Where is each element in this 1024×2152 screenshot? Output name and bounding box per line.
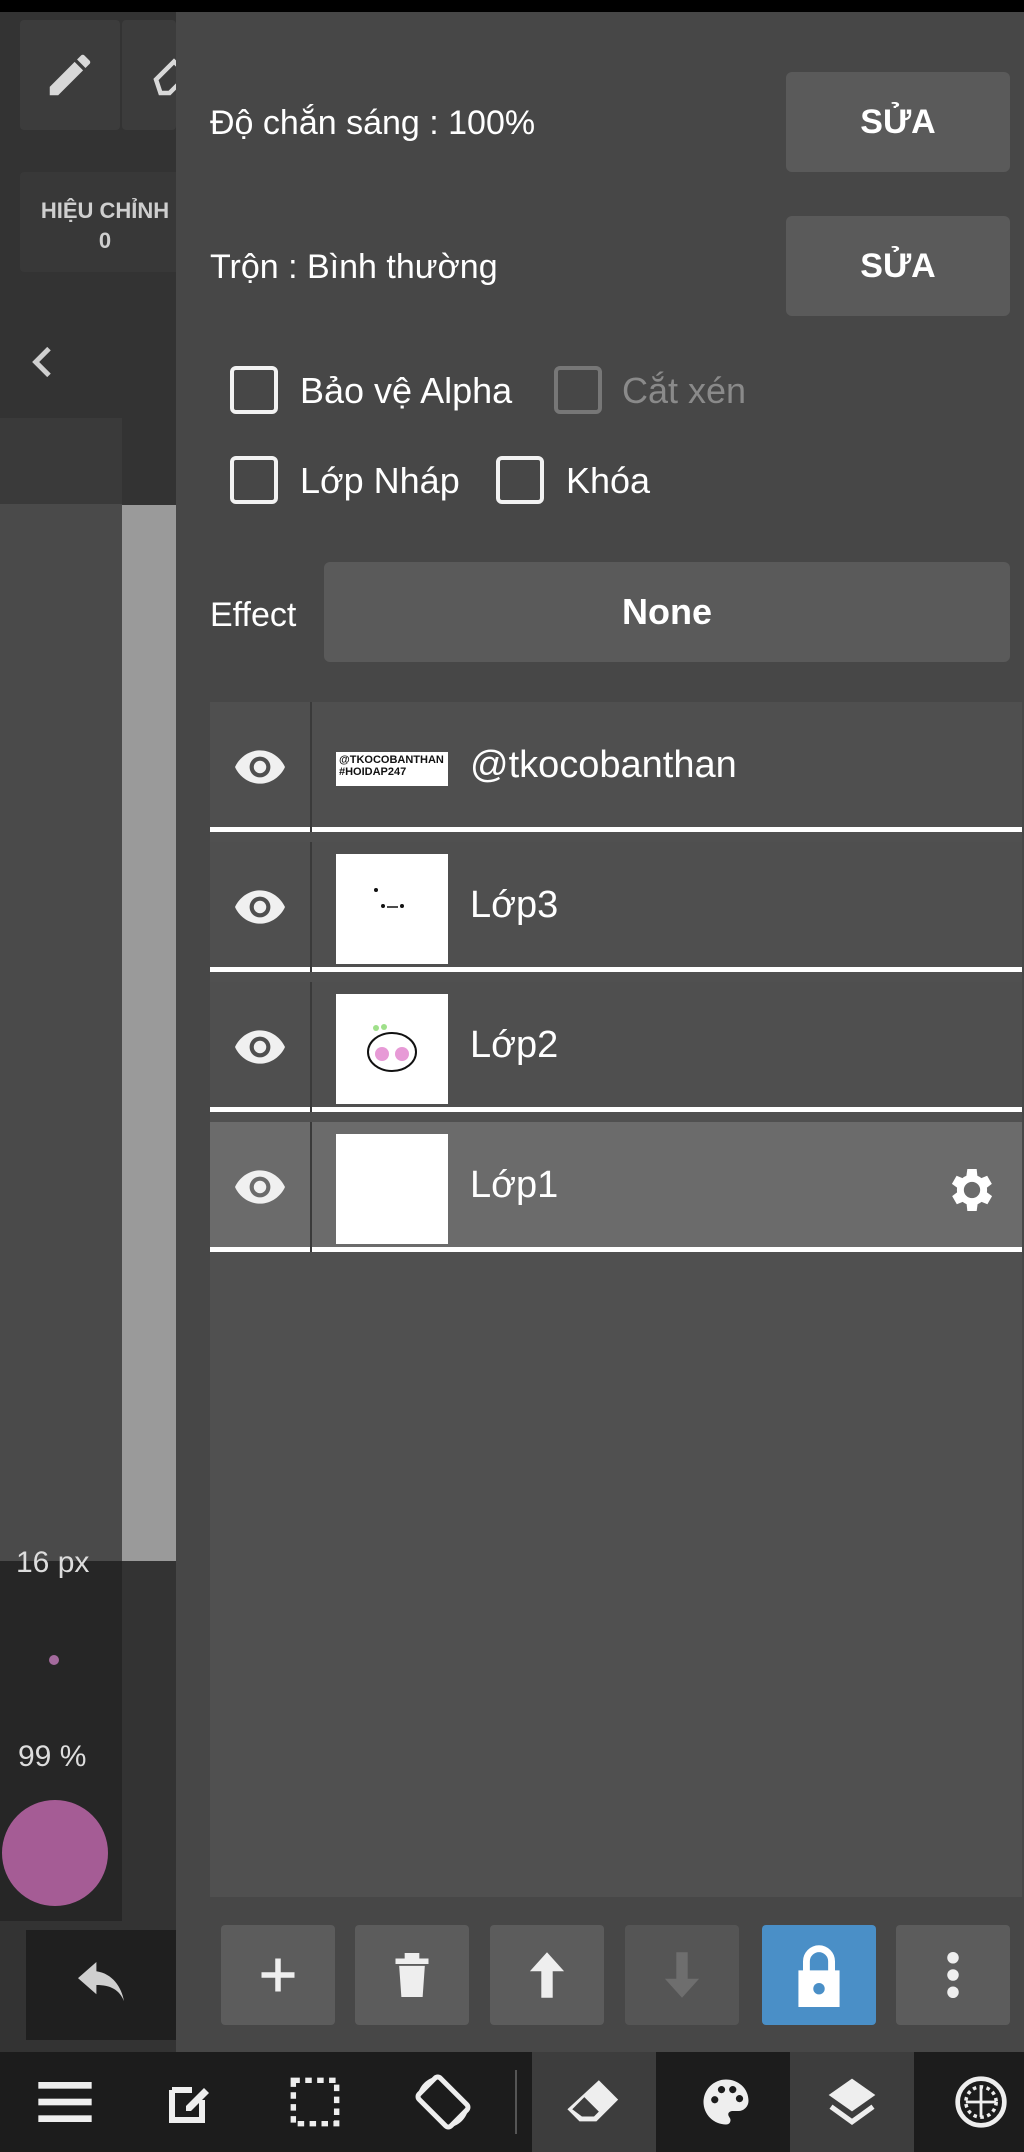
visibility-toggle[interactable] [210,982,312,1112]
rotate-screen-icon [415,2074,471,2130]
palette-button[interactable] [676,2052,776,2152]
settings-globe-button[interactable] [936,2052,1024,2152]
nav-divider [515,2070,517,2134]
eraser-tool-button[interactable] [122,20,176,130]
palette-icon [703,2079,749,2125]
alpha-protect-checkbox[interactable] [230,366,278,414]
edit-button[interactable] [145,2052,235,2152]
effect-select-button[interactable]: None [324,562,1010,662]
layers-icon [828,2078,876,2125]
clipping-checkbox [554,366,602,414]
lock-layer-button[interactable] [762,1925,876,2025]
opacity-edit-button[interactable]: SỬA [786,72,1010,172]
menu-button[interactable] [20,2052,110,2152]
lock-icon [798,1945,840,2007]
delete-layer-button[interactable] [355,1925,469,2025]
add-layer-button[interactable] [221,1925,335,2025]
layer-row-selected[interactable]: Lớp1 [210,1122,1022,1252]
eye-icon [235,1170,285,1204]
adjust-label: HIỆU CHỈNH [40,198,170,223]
arrow-up-icon [529,1952,565,1998]
layer-name: Lớp2 [470,1024,559,1066]
more-vertical-icon [947,1952,959,1998]
chevron-left-icon[interactable] [24,340,64,389]
clipping-label: Cắt xén [622,370,747,411]
eye-icon [235,890,285,924]
selection-button[interactable] [270,2052,360,2152]
canvas-scrollbar[interactable] [122,505,176,1561]
canvas-header [0,418,122,504]
brush-size-label[interactable]: 16 px [16,1546,89,1580]
adjust-button[interactable]: HIỆU CHỈNH 0 [20,172,190,272]
eraser-small-icon [153,58,176,96]
layer-settings-button[interactable] [944,1162,1000,1223]
more-options-button[interactable] [896,1925,1010,2025]
selection-icon [290,2077,340,2127]
gear-icon [951,1169,993,1211]
layer-row[interactable]: Lớp2 [210,982,1022,1112]
brush-opacity-label[interactable]: 99 % [18,1740,86,1774]
layer-thumbnail [336,854,448,964]
layer-name: Lớp1 [470,1164,559,1206]
pencil-tool-button[interactable] [20,20,120,130]
draft-layer-checkbox[interactable] [230,456,278,504]
effect-label: Effect [210,596,297,634]
color-swatch[interactable] [2,1800,108,1906]
undo-icon [78,1962,124,2002]
layer-thumbnail [336,994,448,1104]
lock-label[interactable]: Khóa [566,460,650,502]
blend-edit-button[interactable]: SỬA [786,216,1010,316]
visibility-toggle[interactable] [210,1122,312,1252]
eye-icon [235,1030,285,1064]
brush-preview-dot [49,1655,59,1665]
layer-thumbnail [336,1134,448,1244]
layer-name: Lớp3 [470,884,559,926]
eraser-icon [567,2080,619,2122]
layer-row[interactable]: Lớp3 [210,842,1022,972]
menu-icon [38,2082,92,2122]
layer-thumbnail: @TKOCOBANTHAN #HOIDAP247 [336,752,448,786]
plus-icon [261,1958,295,1992]
layer-name: @tkocobanthan [470,744,737,786]
edit-square-icon [169,2087,209,2123]
alpha-protect-label[interactable]: Bảo vệ Alpha [300,370,512,412]
arrow-down-icon [664,1952,700,1998]
trash-icon [395,1953,429,1997]
move-layer-down-button [625,1925,739,2025]
eraser-nav-button[interactable] [532,2052,656,2152]
visibility-toggle[interactable] [210,702,312,832]
rotate-button[interactable] [398,2052,488,2152]
blend-label: Trộn : Bình thường [210,248,498,286]
opacity-label: Độ chắn sáng : 100% [210,104,536,142]
adjust-value: 0 [98,228,112,253]
undo-button[interactable] [26,1930,176,2040]
eye-icon [235,750,285,784]
layers-nav-button[interactable] [790,2052,914,2152]
move-layer-up-button[interactable] [490,1925,604,2025]
grid-globe-icon [955,2076,1007,2128]
layer-row[interactable]: @TKOCOBANTHAN #HOIDAP247 @tkocobanthan [210,702,1022,832]
visibility-toggle[interactable] [210,842,312,972]
pencil-icon [49,54,91,96]
draft-layer-label[interactable]: Lớp Nháp [300,460,460,502]
status-bar [0,0,1024,12]
lock-checkbox[interactable] [496,456,544,504]
layer-list: @TKOCOBANTHAN #HOIDAP247 @tkocobanthan L… [210,702,1022,1897]
